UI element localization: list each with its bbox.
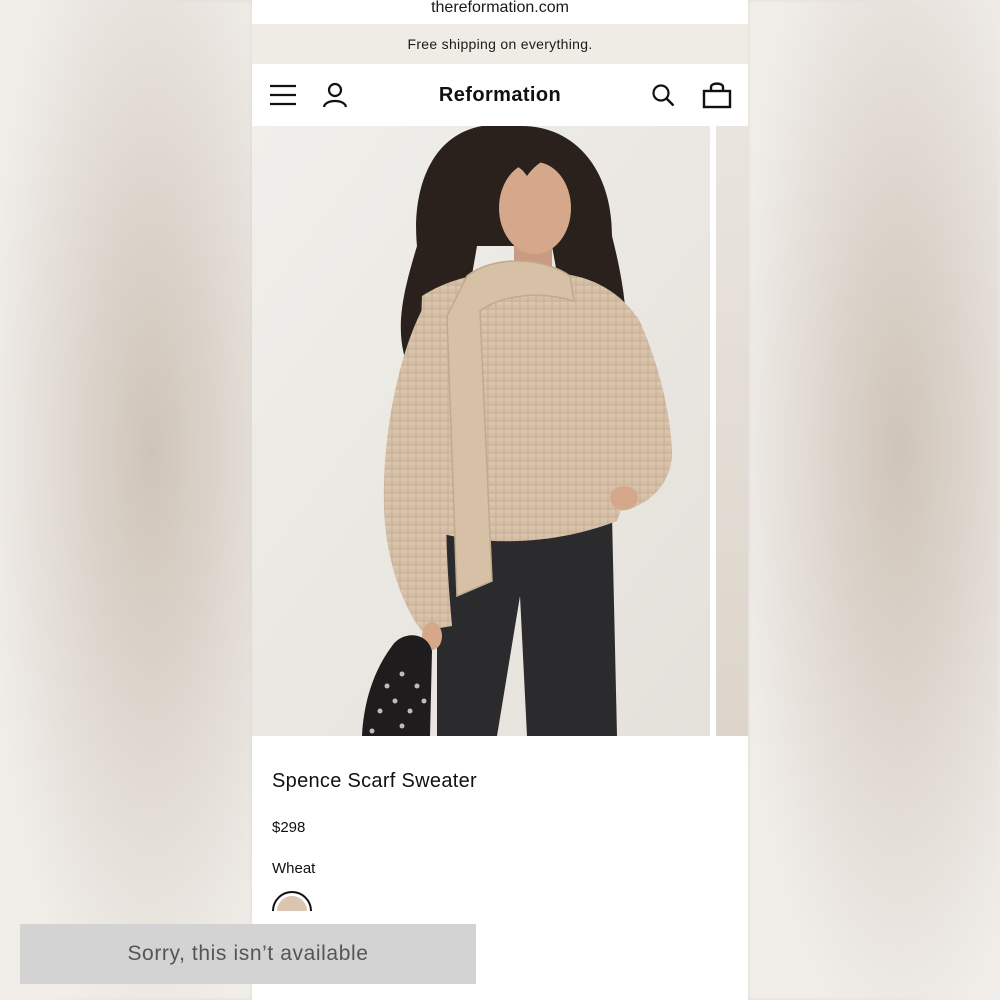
product-photo[interactable] (252, 126, 710, 736)
next-photo-peek[interactable] (716, 126, 748, 736)
menu-icon[interactable] (268, 80, 298, 110)
selected-color-label: Wheat (272, 860, 316, 877)
background-blur-left (0, 0, 252, 1000)
model-photo-illustration (252, 126, 710, 736)
swatch-fill (277, 896, 307, 911)
promo-banner: Free shipping on everything. (252, 24, 748, 64)
bag-icon[interactable] (702, 80, 732, 110)
unavailable-button[interactable]: Sorry, this isn’t available (20, 924, 476, 984)
color-swatch-wheat[interactable] (272, 891, 312, 911)
color-swatch-row (272, 891, 728, 911)
account-icon[interactable] (320, 80, 350, 110)
background-blur-right (748, 0, 1000, 1000)
url-text: thereformation.com (431, 0, 569, 16)
browser-url-bar[interactable]: thereformation.com (252, 0, 748, 24)
product-info: Spence Scarf Sweater $298 Wheat (252, 770, 748, 911)
product-price: $298 (272, 819, 306, 836)
mobile-page: thereformation.com Free shipping on ever… (252, 0, 748, 1000)
search-icon[interactable] (648, 80, 678, 110)
product-image-gallery[interactable] (252, 126, 748, 736)
site-header: Reformation (252, 64, 748, 126)
promo-text: Free shipping on everything. (407, 36, 593, 52)
product-title: Spence Scarf Sweater (272, 770, 477, 792)
